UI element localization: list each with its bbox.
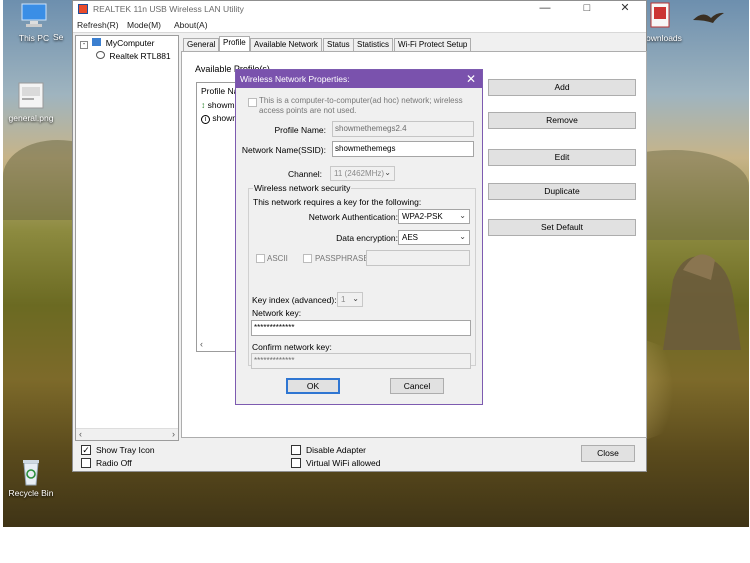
confirm-key-field[interactable]: ************* [251, 353, 471, 369]
disable-adapter-label: Disable Adapter [306, 445, 367, 455]
key-required-text: This network requires a key for the foll… [253, 197, 422, 207]
ascii-checkbox[interactable] [256, 254, 265, 263]
tree-label: MyComputer [105, 38, 155, 48]
auth-label: Network Authentication: [308, 212, 398, 222]
dialog-close-icon[interactable]: ✕ [466, 72, 476, 86]
desktop-icon-label: general.png [8, 113, 54, 123]
encryption-select[interactable]: AES ⌄ [398, 230, 470, 245]
virtual-wifi-checkbox[interactable] [291, 458, 301, 468]
desktop-icon-recycle-bin[interactable]: Recycle Bin [3, 457, 62, 498]
bird-silhouette [691, 10, 725, 32]
duplicate-button[interactable]: Duplicate [488, 183, 636, 200]
image-file-icon [16, 82, 46, 110]
chevron-down-icon: ⌄ [459, 211, 466, 220]
auth-select[interactable]: WPA2-PSK ⌄ [398, 209, 470, 224]
list-item[interactable]: ↕ showm [201, 100, 235, 110]
desktop-icon-label: ownloads [646, 33, 682, 43]
tab-status[interactable]: Status [323, 38, 354, 52]
tree-horizontal-scrollbar[interactable]: ‹ › [76, 428, 178, 440]
tab-statistics[interactable]: Statistics [353, 38, 394, 52]
show-tray-icon-label: Show Tray Icon [96, 445, 155, 455]
passphrase-field [366, 250, 470, 266]
desktop-icon-label: Se [53, 32, 64, 42]
scroll-right-arrow-icon[interactable]: › [172, 429, 175, 439]
menu-about[interactable]: About(A) [174, 20, 208, 30]
ok-button[interactable]: OK [286, 378, 340, 394]
tree-item-adapter[interactable]: Realtek RTL881 [96, 51, 171, 61]
desktop-icon-downloads[interactable]: ownloads [646, 2, 691, 43]
rock-formation [653, 240, 743, 352]
network-key-label: Network key: [252, 308, 302, 318]
computer-icon [19, 2, 49, 30]
radio-off-label: Radio Off [96, 458, 132, 468]
scroll-left-arrow-icon[interactable]: ‹ [79, 429, 82, 439]
disable-adapter-checkbox[interactable] [291, 445, 301, 455]
title-bar[interactable]: REALTEK 11n USB Wireless LAN Utility — □… [73, 1, 646, 17]
profile-name-field: showmethemegs2.4 [332, 121, 474, 137]
computer-small-icon [92, 38, 102, 46]
confirm-key-label: Confirm network key: [252, 342, 332, 352]
list-header: Profile Na [201, 86, 239, 96]
tab-available-network[interactable]: Available Network [250, 38, 322, 52]
desktop-icon-label: This PC [18, 33, 50, 43]
profile-name-label: Profile Name: [274, 125, 327, 135]
recycle-bin-icon [16, 457, 46, 486]
minimize-button[interactable]: — [528, 1, 562, 17]
maximize-button[interactable]: □ [570, 1, 604, 17]
edit-button[interactable]: Edit [488, 149, 636, 166]
ssid-label: Network Name(SSID): [241, 145, 326, 155]
tab-profile[interactable]: Profile [219, 36, 250, 52]
menu-bar: Refresh(R) Mode(M) About(A) [73, 17, 646, 33]
remove-button[interactable]: Remove [488, 112, 636, 129]
app-icon [78, 4, 88, 14]
close-button[interactable]: Close [581, 445, 635, 462]
channel-select[interactable]: 11 (2462MHz) ⌄ [330, 166, 395, 181]
signal-icon: ↕ [201, 100, 206, 110]
adhoc-text: This is a computer-to-computer(ad hoc) n… [259, 96, 463, 115]
key-index-select[interactable]: 1 ⌄ [337, 292, 363, 307]
passphrase-label: PASSPHRASE [315, 254, 369, 263]
adhoc-checkbox[interactable] [248, 98, 257, 107]
chevron-down-icon: ⌄ [352, 294, 359, 303]
info-icon: i [201, 115, 210, 124]
desktop-icon-general-png[interactable]: general.png [3, 82, 62, 123]
menu-mode[interactable]: Mode(M) [127, 20, 161, 30]
set-default-button[interactable]: Set Default [488, 219, 636, 236]
adapter-tree[interactable]: - MyComputer Realtek RTL881 ‹ › [75, 35, 179, 441]
dialog-title: Wireless Network Properties: [240, 74, 350, 84]
dialog-title-bar[interactable]: Wireless Network Properties: ✕ [236, 70, 482, 88]
tree-item-mycomputer[interactable]: - MyComputer [80, 38, 154, 49]
adapter-icon [96, 51, 105, 59]
passphrase-checkbox[interactable] [303, 254, 312, 263]
cancel-button[interactable]: Cancel [390, 378, 444, 394]
virtual-wifi-label: Virtual WiFi allowed [306, 458, 381, 468]
chevron-down-icon: ⌄ [459, 232, 466, 241]
list-scroll-left-icon[interactable]: ‹ [200, 339, 203, 349]
chevron-down-icon: ⌄ [384, 168, 391, 177]
tab-wifi-protect-setup[interactable]: Wi-Fi Protect Setup [394, 38, 472, 52]
key-index-label: Key index (advanced): [252, 295, 337, 305]
ssid-field[interactable]: showmethemegs [332, 141, 474, 157]
channel-label: Channel: [287, 169, 322, 179]
tree-label: Realtek RTL881 [109, 51, 171, 61]
security-group-label: Wireless network security [253, 183, 352, 193]
show-tray-icon-checkbox[interactable]: ✓ [81, 445, 91, 455]
wireless-properties-dialog: Wireless Network Properties: ✕ This is a… [235, 69, 483, 405]
downloads-icon [650, 2, 672, 30]
window-title: REALTEK 11n USB Wireless LAN Utility [93, 4, 244, 14]
expand-minus-icon[interactable]: - [80, 41, 88, 49]
list-item[interactable]: i showm [201, 113, 239, 124]
tab-general[interactable]: General [183, 38, 220, 52]
network-key-field[interactable]: ************* [251, 320, 471, 336]
close-window-button[interactable]: ✕ [608, 1, 642, 17]
desktop-icon-label: Recycle Bin [8, 488, 54, 498]
radio-off-checkbox[interactable] [81, 458, 91, 468]
desktop-icon-partial[interactable]: Se [53, 32, 73, 42]
menu-refresh[interactable]: Refresh(R) [77, 20, 119, 30]
ascii-label: ASCII [267, 254, 288, 263]
add-button[interactable]: Add [488, 79, 636, 96]
encryption-label: Data encryption: [336, 233, 398, 243]
